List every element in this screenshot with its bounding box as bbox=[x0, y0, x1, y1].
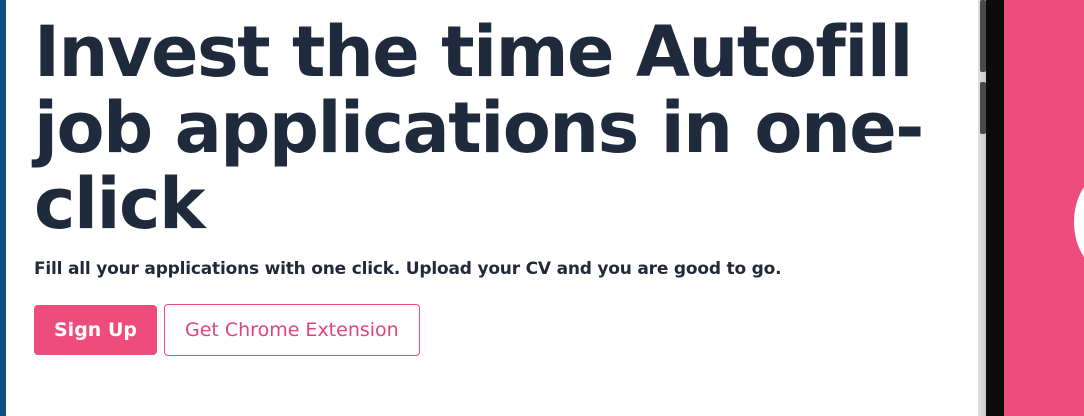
device-mockup-screen bbox=[1004, 0, 1084, 416]
get-chrome-extension-button[interactable]: Get Chrome Extension bbox=[163, 304, 420, 356]
hero-actions: Sign Up Get Chrome Extension bbox=[34, 304, 964, 356]
device-mockup-frame bbox=[986, 0, 1004, 416]
left-edge-bar bbox=[0, 0, 6, 416]
hero-subtitle: Fill all your applications with one clic… bbox=[34, 259, 782, 279]
sign-up-button[interactable]: Sign Up bbox=[34, 305, 157, 355]
hero-title: Invest the time Autofill job application… bbox=[34, 11, 924, 245]
landing-page: Invest the time Autofill job application… bbox=[0, 0, 1084, 416]
hero-section: Invest the time Autofill job application… bbox=[34, 14, 964, 356]
